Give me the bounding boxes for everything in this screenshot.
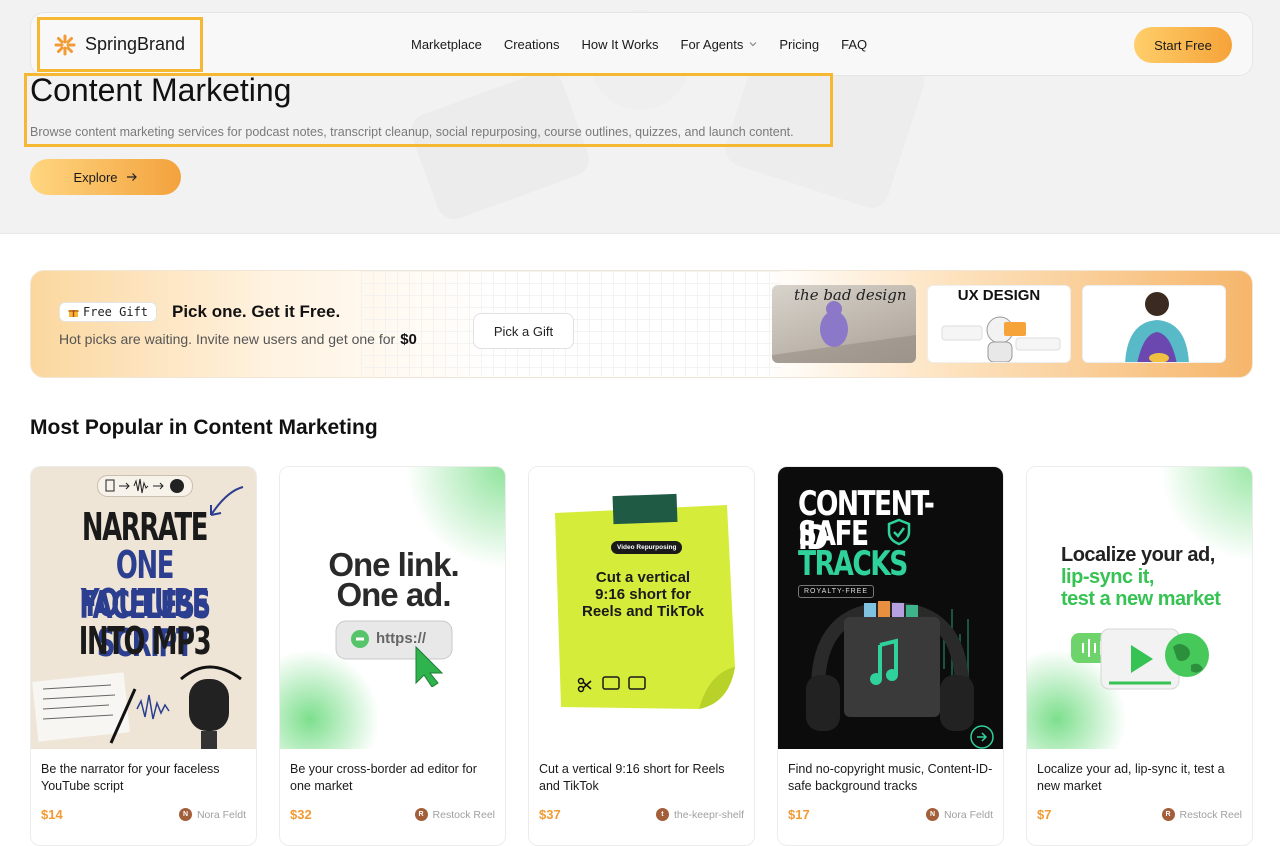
seller-name: Nora Feldt [196,808,246,821]
card-image-tag: Video Repurposing [611,541,683,554]
free-gift-badge: Free Gift [59,302,158,322]
card-seller[interactable]: R Restock Reel [414,808,495,821]
section-title: Most Popular in Content Marketing [30,416,378,439]
card-price: $37 [539,807,561,822]
arrow-right-icon [126,173,137,181]
brand-logo[interactable]: SpringBrand [37,17,203,72]
card-image-text: 9:16 short for [595,586,691,603]
avatar: t [655,808,669,821]
gift-thumb-ux-design[interactable]: UX DESIGN [927,285,1071,363]
card-seller[interactable]: R Restock Reel [1161,808,1242,821]
card-description: Localize your ad, lip-sync it, test a ne… [1037,762,1225,793]
card-description: Find no-copyright music, Content-ID-safe… [788,762,993,793]
nav-links: Marketplace Creations How It Works For A… [411,13,867,75]
gift-subtitle: Hot picks are waiting. Invite new users … [59,331,417,348]
gift-icon [68,309,79,317]
seller-name: Restock Reel [432,808,495,821]
chevron-down-icon [749,42,757,47]
card-seller[interactable]: N Nora Feldt [925,808,993,821]
card-image-text: One ad. [336,576,451,613]
explore-label: Explore [73,169,118,185]
card-image-text: lip-sync it, [1061,566,1154,588]
shield-check-icon [887,518,911,546]
seller-name: Restock Reel [1179,808,1242,821]
page-title: Content Marketing [30,72,292,108]
seller-name: the-keepr-shelf [673,808,744,821]
card-image: Video Repurposing Cut a vertical 9:16 sh… [529,467,754,749]
gift-thumb-bad-design[interactable]: the bad design [772,285,916,363]
card-seller[interactable]: t the-keepr-shelf [655,808,744,821]
top-navbar: SpringBrand Marketplace Creations How It… [30,12,1253,76]
card-description: Be your cross-border ad editor for one m… [290,762,477,793]
product-card[interactable]: One link. One ad. https:// Be your cross… [279,466,506,846]
card-image-text: Reels and TikTok [582,603,704,620]
page-subtitle: Browse content marketing services for po… [30,125,794,139]
card-image-text: TRACKS [798,544,908,584]
nav-marketplace[interactable]: Marketplace [411,37,482,52]
video-globe-illustration [1071,628,1209,690]
card-price: $17 [788,807,810,822]
microphone-illustration [32,665,242,749]
card-price: $32 [290,807,312,822]
free-gift-banner: Free Gift Pick one. Get it Free. Hot pic… [30,270,1253,378]
nav-faq[interactable]: FAQ [841,37,867,52]
explore-button[interactable]: Explore [30,159,181,195]
avatar: N [178,808,192,821]
pick-a-gift-button[interactable]: Pick a Gift [473,313,574,349]
avatar: N [925,808,939,821]
character-illustration [1125,292,1189,362]
card-description: Cut a vertical 9:16 short for Reels and … [539,762,725,793]
nav-for-agents-label: For Agents [680,36,744,52]
url-bar-illustration [335,620,453,687]
gift-price: $0 [400,331,417,348]
card-seller[interactable]: N Nora Feldt [178,808,246,821]
nav-how-it-works[interactable]: How It Works [581,37,658,52]
seller-name: Nora Feldt [943,808,993,821]
nav-creations[interactable]: Creations [504,37,560,52]
card-image: One link. One ad. https:// [280,467,505,749]
gift-thumb-3d-character[interactable] [1082,285,1226,363]
card-image: NARRATE ONE FACELESS YOUTUBE SCRIPT INTO… [31,467,256,749]
avatar: R [1161,808,1175,821]
card-price: $14 [41,807,63,822]
nav-for-agents[interactable]: For Agents [681,37,758,52]
start-free-button[interactable]: Start Free [1134,27,1232,63]
card-image: CONTENT-ID SAFE TRACKS ROYALTY-FREE [778,467,1003,749]
nav-pricing[interactable]: Pricing [779,37,819,52]
astronaut-illustration [941,316,1061,362]
card-price: $7 [1037,807,1052,822]
card-image-text: Cut a vertical [595,569,691,586]
avatar: R [414,808,428,821]
brand-name: SpringBrand [85,34,186,54]
gift-subtitle-text: Hot picks are waiting. Invite new users … [59,331,396,347]
product-card[interactable]: Video Repurposing Cut a vertical 9:16 sh… [528,466,755,846]
headphones-illustration [806,601,974,731]
product-card[interactable]: Localize your ad, lip-sync it, test a ne… [1026,466,1253,846]
card-image-text: NARRATE [81,505,209,549]
scissors-icon [577,677,592,693]
product-card[interactable]: NARRATE ONE FACELESS YOUTUBE SCRIPT INTO… [30,466,257,846]
card-image-text: INTO MP3 [78,619,212,663]
spring-logo-icon [54,34,76,55]
card-description: Be the narrator for your faceless YouTub… [41,762,220,793]
figure-illustration [772,301,916,363]
card-image-text: One ad. [280,576,505,613]
card-image-text: https:// [376,630,426,647]
free-gift-badge-text: Free Gift [83,305,149,319]
gift-title: Pick one. Get it Free. [172,302,341,321]
card-image: Localize your ad, lip-sync it, test a ne… [1027,467,1252,749]
audio-flow-icon [97,475,193,497]
product-card[interactable]: CONTENT-ID SAFE TRACKS ROYALTY-FREE Find… [777,466,1004,846]
card-image-text: test a new market [1061,588,1221,610]
arrow-circle-icon[interactable] [970,725,994,749]
card-image-text: Localize your ad, [1061,544,1215,566]
